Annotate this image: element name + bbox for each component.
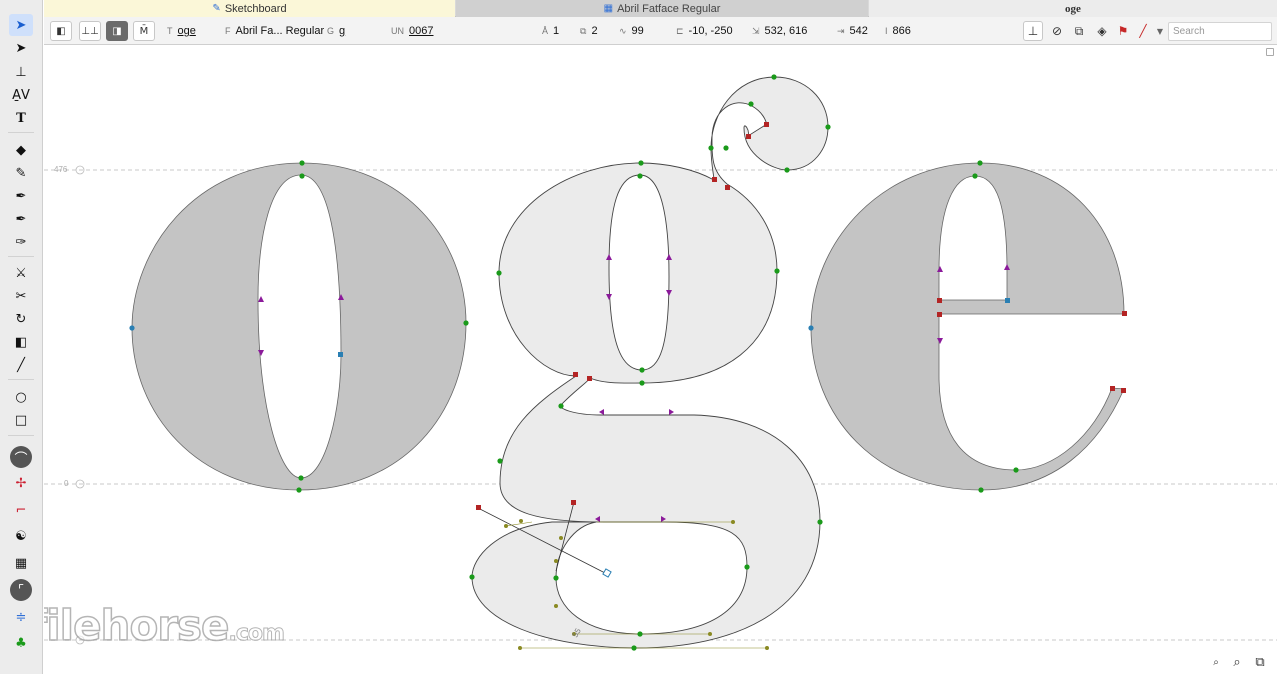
stamp-icon[interactable]: ⊥ — [1023, 21, 1043, 41]
sidebar-toggle-icon[interactable]: ◧ — [50, 21, 72, 41]
tab-glyph-window[interactable]: oge — [869, 0, 1277, 17]
selected-handle — [602, 568, 612, 578]
master-mode-icon[interactable]: M̄ — [133, 21, 155, 41]
zoom-in-icon[interactable]: ⌕ — [1228, 652, 1246, 672]
glyph-e — [810, 162, 1125, 491]
width-icon: ⇥ — [837, 25, 845, 36]
align-filter-icon[interactable]: ≑ — [9, 606, 33, 628]
scissors-tool-icon[interactable]: ✂ — [9, 285, 33, 307]
rotate-view-icon[interactable]: ⊘ — [1047, 21, 1067, 41]
contours-icon: ⧉ — [580, 25, 587, 36]
zoom-fit-icon[interactable]: ⧉ — [1250, 652, 1270, 672]
unicode-value: 0067 — [409, 25, 434, 37]
grid-icon: ▦ — [603, 3, 614, 14]
glyph-value: g — [339, 25, 346, 37]
knife-tool-icon[interactable]: ⚔ — [9, 262, 33, 284]
advance-width-readout: ⇥ 542 — [837, 25, 868, 37]
font-value: Abril Fa... Regular — [235, 25, 325, 37]
tool-divider — [8, 435, 34, 436]
glyph-canvas[interactable]: 55 476 0 filehorse.com ⌕ ⌕ ⧉ — [44, 46, 1277, 674]
height-icon: Ι — [885, 26, 888, 36]
glyph-drawing[interactable]: 55 — [44, 46, 1277, 674]
chevron-down-icon[interactable]: ▼ — [1150, 21, 1170, 41]
bezier-pen-tool-icon[interactable]: ✑ — [9, 231, 33, 253]
unicode-field[interactable]: UN 0067 — [391, 17, 433, 45]
kerning-tool-icon[interactable]: A̱V — [9, 84, 33, 106]
zoom-out-icon[interactable]: ⌕ — [1208, 652, 1224, 672]
tool-divider — [8, 132, 34, 133]
brush-tool-icon[interactable]: ✎ — [9, 162, 33, 184]
rotate-tool-icon[interactable]: ↻ — [9, 308, 33, 330]
metrics-view-icon[interactable]: ⊥⊥ — [79, 21, 101, 41]
tab-sketchboard[interactable]: ✎ Sketchboard — [44, 0, 455, 17]
text-field[interactable]: T oge — [167, 17, 196, 45]
grid-filter-icon[interactable]: ▦ — [9, 552, 33, 574]
tab-font[interactable]: ▦ Abril Fatface Regular — [456, 0, 868, 17]
tool-divider — [8, 379, 34, 380]
tool-divider — [8, 256, 34, 257]
calligraphy-pen-tool-icon[interactable]: ✒ — [9, 208, 33, 230]
nodes-icon: ∿ — [619, 25, 627, 36]
corner-filter-icon[interactable]: ⌐ — [9, 499, 33, 521]
tab-label: Sketchboard — [224, 2, 287, 15]
height-readout: Ι 866 — [885, 25, 911, 37]
ruler-tool-icon[interactable]: ╱ — [9, 354, 33, 376]
font-field[interactable]: F Abril Fa... Regular — [225, 17, 324, 45]
baseline-value: 0 — [64, 479, 69, 488]
metrics-tool-icon[interactable]: ⊥ — [9, 61, 33, 83]
ascender-value: 476 — [54, 165, 68, 174]
pen-tool-icon[interactable]: ✒ — [9, 185, 33, 207]
pen-icon: ✎ — [212, 3, 221, 14]
ellipse-tool-icon[interactable]: ○ — [9, 386, 33, 408]
tab-label: Abril Fatface Regular — [617, 2, 721, 15]
duplicate-icon[interactable]: ⧉ — [1069, 21, 1089, 41]
rectangle-tool-icon[interactable]: □ — [9, 409, 33, 431]
watermark-logo: filehorse.com — [44, 600, 285, 651]
tree-filter-icon[interactable]: ♣ — [9, 632, 33, 654]
contours-count: ⧉ 2 — [580, 25, 598, 37]
origin-readout: ⊏ -10, -250 — [676, 25, 733, 37]
fill-icon[interactable]: ◈ — [1092, 21, 1112, 41]
select-tool-icon[interactable]: ➤ — [9, 14, 33, 36]
direct-select-tool-icon[interactable]: ➤ — [9, 37, 33, 59]
stroke-filter-icon[interactable]: ⌜ — [10, 579, 32, 601]
flag-icon[interactable]: ⚑ — [1113, 21, 1133, 41]
text-value: oge — [177, 25, 196, 37]
contrast-filter-icon[interactable]: ☯ — [9, 525, 33, 547]
tab-bar: ✎ Sketchboard × ▦ Abril Fatface Regular … — [44, 0, 1277, 17]
glyph-field[interactable]: G g — [327, 17, 345, 45]
nodes-count: ∿ 99 — [619, 25, 644, 37]
glyph-o — [131, 162, 467, 491]
size-icon: ⇲ — [752, 25, 760, 36]
fill-tool-icon[interactable]: ◧ — [9, 331, 33, 353]
tab-label: oge — [1065, 2, 1081, 15]
curve-filter-icon[interactable]: ⌒ — [10, 446, 32, 468]
preview-mode-icon[interactable]: ◨ — [106, 21, 128, 41]
glyph-g — [471, 76, 829, 649]
search-input[interactable] — [1168, 22, 1272, 41]
transform-filter-icon[interactable]: ✢ — [9, 472, 33, 494]
text-tool-icon[interactable]: T — [9, 107, 33, 129]
layers-count: Å 1 — [542, 25, 560, 37]
eraser-tool-icon[interactable]: ◆ — [9, 139, 33, 161]
tool-strip: ➤ ➤ ⊥ A̱V T ◆ ✎ ✒ ✒ ✑ ⚔ ✂ ↻ ◧ ╱ ○ □ ⌒ ✢ … — [0, 0, 43, 674]
origin-icon: ⊏ — [676, 25, 684, 36]
size-readout: ⇲ 532, 616 — [752, 25, 808, 37]
layers-icon: Å — [542, 26, 549, 36]
info-toolbar: ◧ ⊥⊥ ◨ M̄ T oge F Abril Fa... Regular G … — [44, 17, 1277, 45]
